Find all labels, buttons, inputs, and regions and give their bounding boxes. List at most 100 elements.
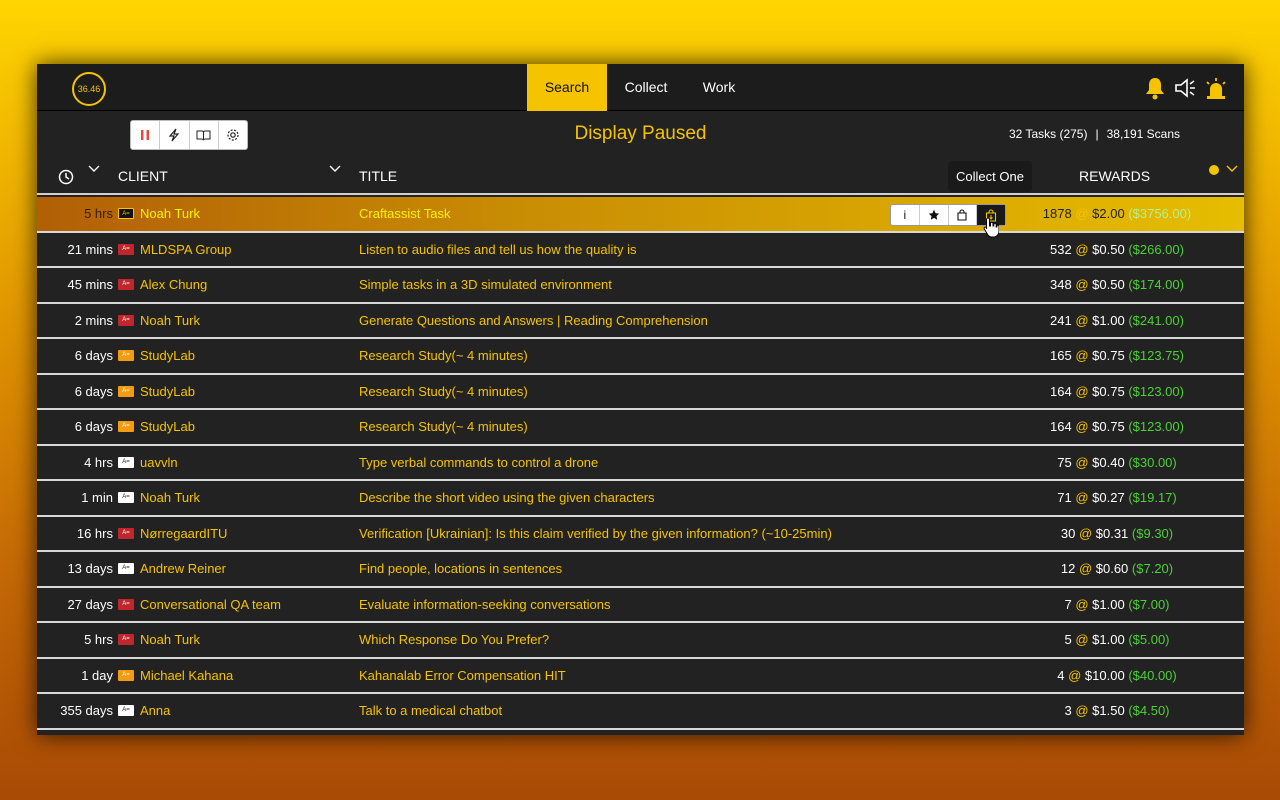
column-rewards[interactable]: REWARDS [1079, 168, 1150, 184]
at-sign: @ [1075, 561, 1096, 576]
client-name[interactable]: Conversational QA team [140, 588, 281, 621]
client-name[interactable]: Michael Kahana [140, 659, 233, 692]
column-title[interactable]: TITLE [359, 168, 397, 184]
client-card-icon[interactable]: A= [118, 243, 134, 255]
client-card-icon[interactable]: A= [118, 527, 134, 539]
client-name[interactable]: Noah Turk [140, 623, 200, 656]
volume-icon[interactable] [1174, 76, 1196, 100]
task-age: 21 mins [67, 241, 113, 257]
table-row[interactable]: 4 hrs A= uavvln Type verbal commands to con… [37, 445, 1244, 481]
clock-icon[interactable] [58, 169, 74, 185]
scans-count: 38,191 Scans [1106, 127, 1180, 141]
table-row[interactable]: 45 mins A= Alex Chung Simple tasks in a 3D … [37, 268, 1244, 304]
table-row[interactable]: 5 hrs A= Noah Turk Which Response Do You Pr… [37, 623, 1244, 659]
reward-price: $1.50 [1092, 703, 1125, 718]
alarm-light-icon[interactable] [1204, 76, 1226, 100]
status-dot [1209, 165, 1219, 175]
client-card-icon[interactable]: A= [118, 314, 134, 326]
client-card-icon[interactable]: A= [118, 598, 134, 610]
task-title[interactable]: Research Study(~ 4 minutes) [359, 410, 528, 443]
task-age: 2 mins [74, 312, 113, 328]
hit-count: 348 [1050, 277, 1072, 292]
tab-search[interactable]: Search [527, 64, 607, 111]
client-name[interactable]: NørregaardITU [140, 517, 227, 550]
task-title[interactable]: Describe the short video using the given… [359, 481, 655, 514]
client-card-icon[interactable]: A= [118, 669, 134, 681]
table-row[interactable]: 16 hrs A= NørregaardITU Verification [Ukrai… [37, 516, 1244, 552]
task-title[interactable]: Simple tasks in a 3D simulated environme… [359, 268, 612, 301]
reward-price: $0.31 [1095, 525, 1129, 541]
column-client[interactable]: CLIENT [118, 168, 168, 184]
task-title[interactable]: Find people, locations in sentences [359, 552, 562, 585]
table-row[interactable]: 6 days A= StudyLab Research Study(~ 4 minut… [37, 410, 1244, 446]
bell-icon[interactable] [1144, 76, 1166, 100]
preview-button[interactable] [949, 205, 978, 225]
task-title[interactable]: Research Study(~ 4 minutes) [359, 339, 528, 372]
client-card-icon[interactable]: A= [118, 492, 134, 503]
task-title[interactable]: Research Study(~ 4 minutes) [359, 375, 528, 408]
client-name[interactable]: uavvln [140, 446, 178, 479]
client-card-icon[interactable]: A= [118, 279, 134, 290]
client-name[interactable]: StudyLab [140, 375, 195, 408]
client-name[interactable]: Anna [140, 694, 170, 727]
reward-total: ($123.00) [1128, 419, 1184, 434]
table-row[interactable]: 2 mins A= Noah Turk Generate Questions and … [37, 303, 1244, 339]
table-row[interactable]: 6 days A= StudyLab Research Study(~ 4 minut… [37, 374, 1244, 410]
chevron-down-icon[interactable] [328, 161, 342, 175]
client-card-icon[interactable]: A= [118, 563, 134, 574]
task-title[interactable]: Kahanalab Error Compensation HIT [359, 659, 566, 692]
task-title[interactable]: Listen to audio files and tell us how th… [359, 233, 637, 266]
client-name[interactable]: Andrew Reiner [140, 552, 226, 585]
client-name[interactable]: Noah Turk [140, 197, 200, 230]
task-title[interactable]: Generate Questions and Answers | Reading… [359, 304, 708, 337]
at-sign: @ [1071, 206, 1093, 221]
at-sign: @ [1071, 596, 1093, 612]
table-row[interactable]: 27 days A= Conversational QA team Evaluate … [37, 587, 1244, 623]
table-row[interactable]: 355 days A= Anna Talk to a medical chatbot 3… [37, 694, 1244, 730]
reward-price: $2.00 [1092, 206, 1125, 221]
task-title[interactable]: Which Response Do You Prefer? [359, 623, 549, 656]
client-card-icon[interactable]: A= [118, 208, 134, 219]
hit-count: 3 [1064, 703, 1072, 718]
client-name[interactable]: Noah Turk [140, 304, 200, 337]
client-card-icon[interactable]: A= [118, 350, 134, 361]
reward-price: $0.60 [1095, 561, 1129, 576]
table-row[interactable]: 5 hrs A= Noah Turk Craftassist Task 1878 @ $… [37, 197, 1244, 233]
table-row[interactable]: 6 days A= StudyLab Research Study(~ 4 minut… [37, 339, 1244, 375]
client-name[interactable]: Alex Chung [140, 268, 207, 301]
table-row[interactable]: 13 days A= Andrew Reiner Find people, locat… [37, 552, 1244, 588]
client-name[interactable]: MLDSPA Group [140, 233, 232, 266]
client-card-icon[interactable]: A= [118, 634, 134, 645]
timer-badge[interactable]: 36.46 [72, 72, 106, 106]
chevron-down-icon[interactable] [1225, 161, 1239, 175]
favorite-button[interactable] [920, 205, 949, 225]
task-title[interactable]: Evaluate information-seeking conversatio… [359, 588, 610, 621]
client-name[interactable]: StudyLab [140, 410, 195, 443]
task-title[interactable]: Verification [Ukrainian]: Is this claim … [359, 517, 832, 550]
reward-price: $1.00 [1092, 312, 1125, 328]
tab-collect[interactable]: Collect [607, 64, 685, 111]
reward-price: $0.50 [1092, 241, 1125, 257]
tab-work[interactable]: Work [685, 64, 753, 111]
client-name[interactable]: Noah Turk [140, 481, 200, 514]
client-card-icon[interactable]: A= [118, 421, 134, 432]
client-name[interactable]: StudyLab [140, 339, 195, 372]
table-row[interactable]: 21 mins A= MLDSPA Group Listen to audio fil… [37, 232, 1244, 268]
task-age: 6 days [74, 419, 113, 434]
collect-one-tooltip: Collect One [948, 161, 1032, 192]
client-card-icon[interactable]: A= [118, 705, 134, 716]
info-button[interactable]: i [891, 205, 920, 225]
chevron-down-icon[interactable] [87, 161, 101, 175]
task-age: 355 days [60, 703, 113, 718]
client-card-icon[interactable]: A= [118, 456, 134, 468]
task-title[interactable]: Talk to a medical chatbot [359, 694, 502, 727]
reward-cell: 164 @ $0.75 ($123.00) [997, 375, 1237, 408]
table-row[interactable]: 1 day A= Michael Kahana Kahanalab Error Com… [37, 658, 1244, 694]
at-sign: @ [1071, 419, 1093, 434]
task-age: 6 days [74, 383, 113, 399]
task-title[interactable]: Craftassist Task [359, 197, 451, 230]
reward-price: $0.75 [1092, 419, 1125, 434]
client-card-icon[interactable]: A= [118, 385, 134, 397]
task-title[interactable]: Type verbal commands to control a drone [359, 446, 598, 479]
table-row[interactable]: 1 min A= Noah Turk Describe the short video… [37, 481, 1244, 517]
